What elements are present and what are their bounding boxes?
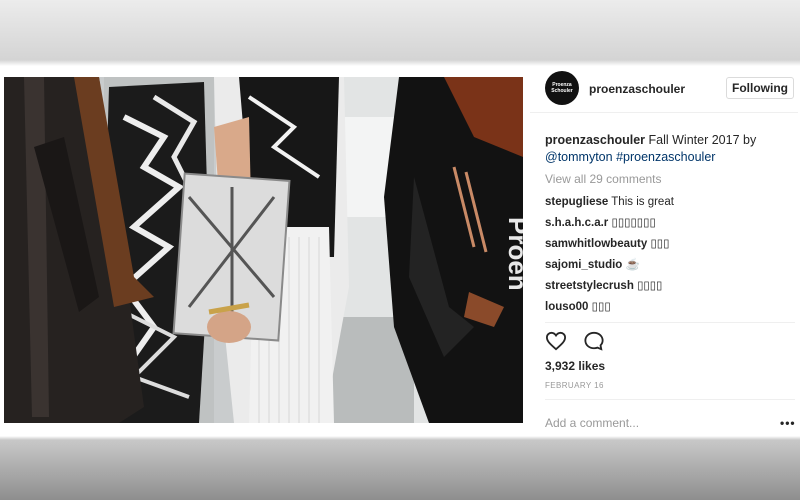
comment-item: louso00 ▯▯▯ <box>545 299 790 320</box>
comment-text: This is great <box>611 196 674 208</box>
comment-username[interactable]: sajomi_studio <box>545 259 622 271</box>
post-sidebar: Proenza Schouler proenzaschouler Followi… <box>530 66 798 436</box>
comment-username[interactable]: stepugliese <box>545 196 608 208</box>
view-all-comments-link[interactable]: View all 29 comments <box>545 172 662 186</box>
post-header: Proenza Schouler proenzaschouler Followi… <box>530 66 798 113</box>
comment-username[interactable]: s.h.a.h.c.a.r <box>545 217 608 229</box>
avatar[interactable]: Proenza Schouler <box>545 71 579 105</box>
action-bar <box>545 331 617 353</box>
comment-username[interactable]: streetstylecrush <box>545 280 634 292</box>
instagram-post-card: Proen Proenza Schouler proenzaschouler F… <box>0 66 800 436</box>
likes-count[interactable]: 3,932 likes <box>545 359 605 373</box>
comment-text: ☕ <box>625 259 640 271</box>
caption-username[interactable]: proenzaschouler <box>545 133 645 147</box>
following-button[interactable]: Following <box>726 77 794 99</box>
add-comment-input[interactable]: Add a comment... <box>545 416 639 430</box>
caption-text: Fall Winter 2017 by <box>648 133 757 147</box>
comment-icon[interactable] <box>583 331 605 356</box>
comment-item: samwhitlowbeauty ▯▯▯ <box>545 236 790 257</box>
post-photo[interactable]: Proen <box>4 77 523 423</box>
avatar-text-line-2: Schouler <box>551 88 573 94</box>
comment-username[interactable]: louso00 <box>545 301 588 313</box>
comment-item: s.h.a.h.c.a.r ▯▯▯▯▯▯▯ <box>545 215 790 236</box>
comments-list: stepugliese This is great s.h.a.h.c.a.r … <box>545 194 790 320</box>
username-link[interactable]: proenzaschouler <box>589 82 685 96</box>
comment-text: ▯▯▯▯▯▯▯ <box>611 217 656 229</box>
comment-item: sajomi_studio ☕ <box>545 257 790 278</box>
comment-username[interactable]: samwhitlowbeauty <box>545 238 647 250</box>
divider <box>545 399 795 400</box>
fashion-backstage-image: Proen <box>4 77 523 423</box>
comment-item: streetstylecrush ▯▯▯▯ <box>545 278 790 299</box>
divider <box>545 322 795 323</box>
post-date: FEBRUARY 16 <box>545 381 604 390</box>
svg-text:Proen: Proen <box>503 217 523 291</box>
heart-icon[interactable] <box>545 331 567 356</box>
comment-text: ▯▯▯▯ <box>637 280 663 292</box>
post-caption: proenzaschouler Fall Winter 2017 by @tom… <box>545 132 790 166</box>
comment-item: stepugliese This is great <box>545 194 790 215</box>
comment-text: ▯▯▯ <box>650 238 670 250</box>
more-options-button[interactable]: ••• <box>780 416 796 430</box>
mention-link[interactable]: @tommyton <box>545 150 613 164</box>
hashtag-link[interactable]: #proenzaschouler <box>616 150 715 164</box>
comment-text: ▯▯▯ <box>591 301 611 313</box>
